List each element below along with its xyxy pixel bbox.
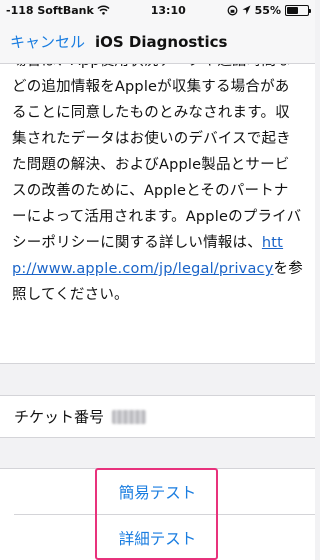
status-left: -118 SoftBank <box>6 4 110 17</box>
ticket-row: チケット番号 <box>0 395 315 438</box>
wifi-icon <box>97 5 110 15</box>
battery-percent: 55% <box>254 3 281 17</box>
quick-test-button[interactable]: 簡易テスト <box>0 469 315 514</box>
cancel-button[interactable]: キャンセル <box>10 31 85 52</box>
diagnostics-content[interactable]: 場合は、App使用状況データや通話時間などの追加情報をAppleが収集する場合が… <box>0 30 315 364</box>
battery-icon <box>284 4 311 16</box>
agreement-text: 場合は、App使用状況データや通話時間などの追加情報をAppleが収集する場合が… <box>12 48 303 308</box>
agreement-body: 場合は、App使用状況データや通話時間などの追加情報をAppleが収集する場合が… <box>12 53 302 251</box>
status-right: 55% <box>227 3 311 17</box>
status-bar: -118 SoftBank 13:10 55% <box>0 0 315 20</box>
page-title: iOS Diagnostics <box>95 32 228 51</box>
status-time: 13:10 <box>150 3 186 17</box>
nav-bar: キャンセル iOS Diagnostics <box>0 20 315 64</box>
test-actions: 簡易テスト 詳細テスト <box>0 468 315 560</box>
ticket-number-redacted <box>112 409 147 424</box>
battery-level <box>286 6 298 14</box>
carrier-label: -118 SoftBank <box>6 3 94 17</box>
detailed-test-button[interactable]: 詳細テスト <box>0 515 315 560</box>
location-icon <box>242 5 251 15</box>
ticket-label: チケット番号 <box>14 408 105 426</box>
rotation-lock-icon <box>227 5 238 15</box>
